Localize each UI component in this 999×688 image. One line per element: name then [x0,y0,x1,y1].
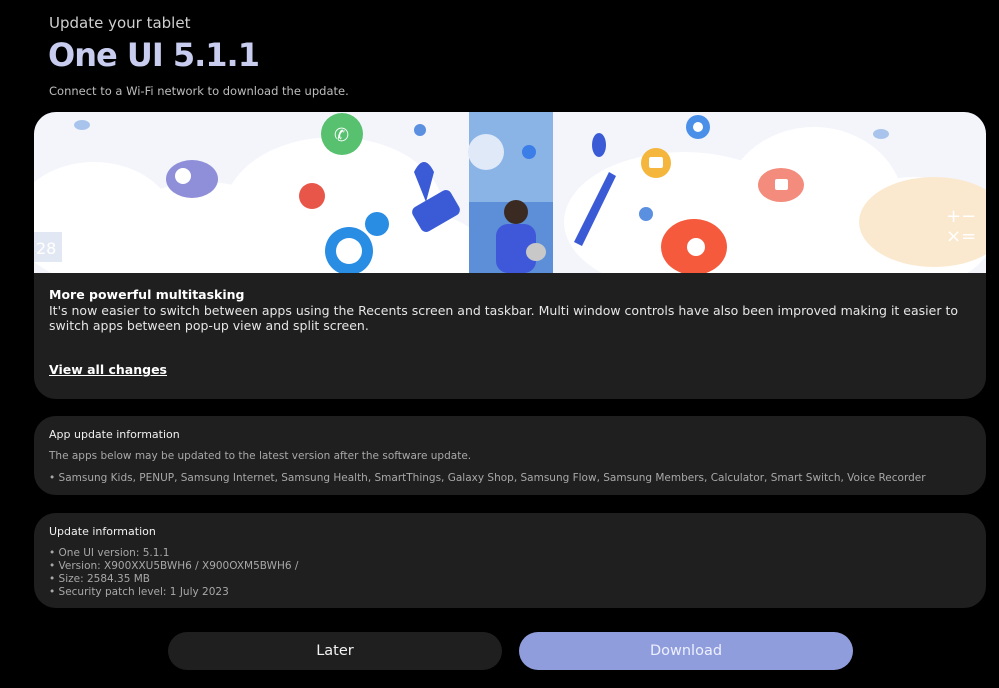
app-update-list: • Samsung Kids, PENUP, Samsung Internet,… [49,472,926,484]
hero-illustration: ✆ +− ×= 28 [34,112,986,273]
feature-description: It's now easier to switch between apps u… [49,303,958,333]
view-all-changes-link[interactable]: View all changes [49,362,167,377]
svg-text:✆: ✆ [334,125,349,146]
calendar-day: 28 [36,239,56,258]
page-title: One UI 5.1.1 [48,36,260,74]
update-info-list: • One UI version: 5.1.1 • Version: X900X… [49,547,298,599]
info-item-version: • Version: X900XXU5BWH6 / X900OXM5BWH6 / [49,560,299,572]
feature-card: ✆ +− ×= 28 More powerful multitasking It… [34,112,986,399]
info-item-ui-version: • One UI version: 5.1.1 [49,547,170,559]
header-subtitle: Connect to a Wi-Fi network to download t… [49,84,349,98]
update-info-title: Update information [49,525,156,538]
app-update-card: App update information The apps below ma… [34,416,986,495]
app-update-description: The apps below may be updated to the lat… [49,450,472,462]
info-item-size: • Size: 2584.35 MB [49,573,150,585]
feature-title: More powerful multitasking [49,287,245,302]
svg-text:×=: ×= [946,226,976,247]
svg-text:+−: +− [946,206,976,227]
later-button[interactable]: Later [168,632,502,670]
update-info-card: Update information • One UI version: 5.1… [34,513,986,608]
header-kicker: Update your tablet [49,14,191,32]
app-update-title: App update information [49,428,180,441]
download-button[interactable]: Download [519,632,853,670]
info-item-security-patch: • Security patch level: 1 July 2023 [49,586,229,598]
